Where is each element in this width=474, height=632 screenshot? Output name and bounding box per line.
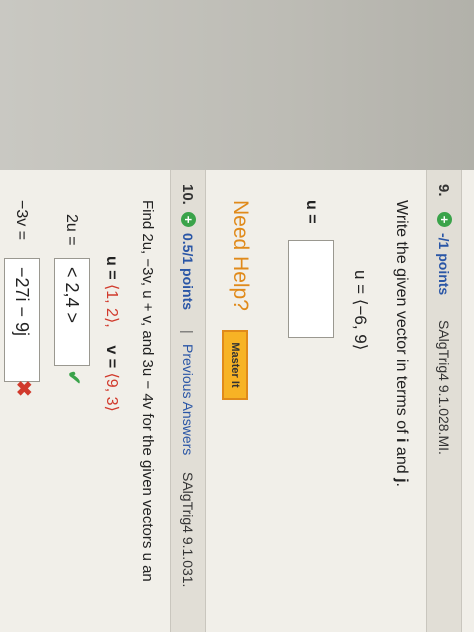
u-value: ⟨1, 2⟩, xyxy=(103,284,120,328)
v-value: ⟨9, 3⟩ xyxy=(103,372,120,412)
source-label: SAlgTrig4 9.1.031. xyxy=(180,472,196,588)
points-label: -/1 points xyxy=(436,233,452,296)
rotated-page: 9. + -/1 points SAlgTrig4 9.1.028.MI. Wr… xyxy=(0,170,474,632)
screen: 9. + -/1 points SAlgTrig4 9.1.028.MI. Wr… xyxy=(0,170,474,632)
correct-check-icon: ✔ xyxy=(64,370,84,386)
points-label: 0.5/1 points xyxy=(180,233,196,311)
u-answer-label: u = xyxy=(303,200,320,224)
question-10-header: 10. + 0.5/1 points | Previous Answers SA… xyxy=(170,170,206,632)
incorrect-x-icon: ✖ xyxy=(12,380,34,397)
expand-plus-icon[interactable]: + xyxy=(181,212,196,227)
2u-answer-input[interactable]: < 2,4 > xyxy=(54,258,90,366)
master-it-button[interactable]: Master It xyxy=(222,330,248,400)
neg-3v-answer-input[interactable]: −27i − 9j xyxy=(4,258,40,382)
source-label: SAlgTrig4 9.1.028.MI. xyxy=(436,320,452,455)
question-number: 10. xyxy=(179,184,196,205)
question-9-prompt: Write the given vector in terms of i and… xyxy=(393,200,410,487)
previous-answers-link[interactable]: Previous Answers xyxy=(180,344,196,455)
u-answer-input[interactable] xyxy=(288,240,334,338)
expand-plus-icon[interactable]: + xyxy=(437,212,452,227)
question-number: 9. xyxy=(435,184,452,197)
2u-label: 2u = xyxy=(63,214,80,246)
question-10-prompt: Find 2u, −3v, u + v, and 3u − 4v for the… xyxy=(139,200,156,582)
given-vectors: u = ⟨1, 2⟩, v = ⟨9, 3⟩ xyxy=(103,256,120,412)
need-help-label: Need Help? xyxy=(229,200,252,311)
question-9-header: 9. + -/1 points SAlgTrig4 9.1.028.MI. xyxy=(426,170,462,632)
u-definition: u = ⟨−6, 9⟩ xyxy=(351,270,370,351)
neg-3v-label: −3v = xyxy=(13,200,30,241)
monitor-bezel xyxy=(0,0,474,180)
separator: | xyxy=(180,330,196,334)
